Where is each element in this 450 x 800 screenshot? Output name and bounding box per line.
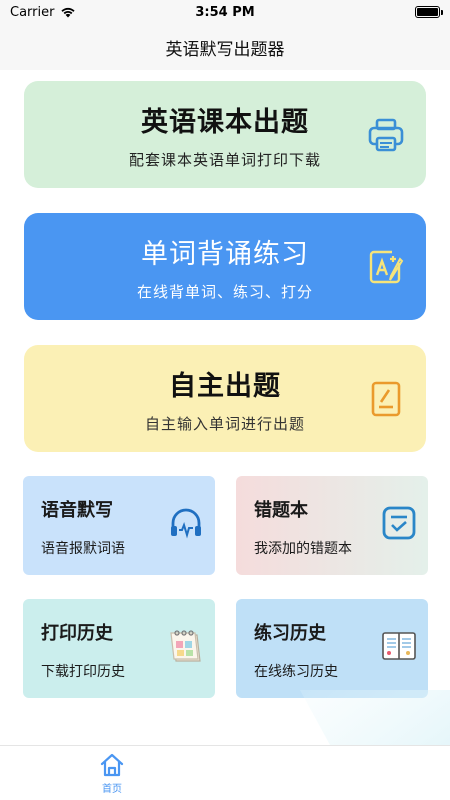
textbook-quiz-card[interactable]: 英语课本出题 配套课本英语单词打印下载 (24, 81, 426, 188)
status-left: Carrier (10, 5, 76, 20)
page-title: 英语默写出题器 (165, 39, 285, 60)
tab-home[interactable]: 首页 (88, 752, 136, 798)
carrier-label: Carrier (10, 4, 55, 20)
custom-card-subtitle: 自主输入单词进行出题 (144, 414, 305, 433)
printer-icon (368, 118, 404, 151)
checklist-icon (382, 506, 416, 540)
headphones-icon (171, 508, 201, 539)
tab-bar: 首页 (0, 745, 450, 800)
edit-letter-icon (369, 250, 404, 283)
mistake-book-tile[interactable]: 错题本 我添加的错题本 (236, 476, 428, 575)
status-bar: Carrier 3:54 PM (0, 0, 450, 24)
textbook-card-subtitle: 配套课本英语单词打印下载 (128, 150, 321, 169)
battery-icon (415, 6, 443, 18)
nav-bar: 英语默写出题器 (0, 24, 450, 70)
notepad-icon (371, 381, 401, 416)
book-icon (382, 632, 416, 660)
custom-quiz-card[interactable]: 自主出题 自主输入单词进行出题 (24, 345, 426, 452)
home-icon (100, 753, 124, 777)
wifi-icon (61, 7, 76, 18)
word-recite-card[interactable]: 单词背诵练习 在线背单词、练习、打分 (24, 213, 426, 320)
recite-card-subtitle: 在线背单词、练习、打分 (136, 282, 313, 301)
recite-card-title: 单词背诵练习 (141, 238, 309, 270)
tab-home-label: 首页 (102, 784, 122, 795)
voice-dictation-tile[interactable]: 语音默写 语音报默词语 (23, 476, 215, 575)
custom-card-title: 自主出题 (169, 370, 281, 402)
print-history-tile[interactable]: 打印历史 下载打印历史 (23, 599, 215, 698)
calendar-icon (170, 630, 201, 662)
practice-history-tile[interactable]: 练习历史 在线练习历史 (236, 599, 428, 698)
textbook-card-title: 英语课本出题 (141, 106, 309, 138)
